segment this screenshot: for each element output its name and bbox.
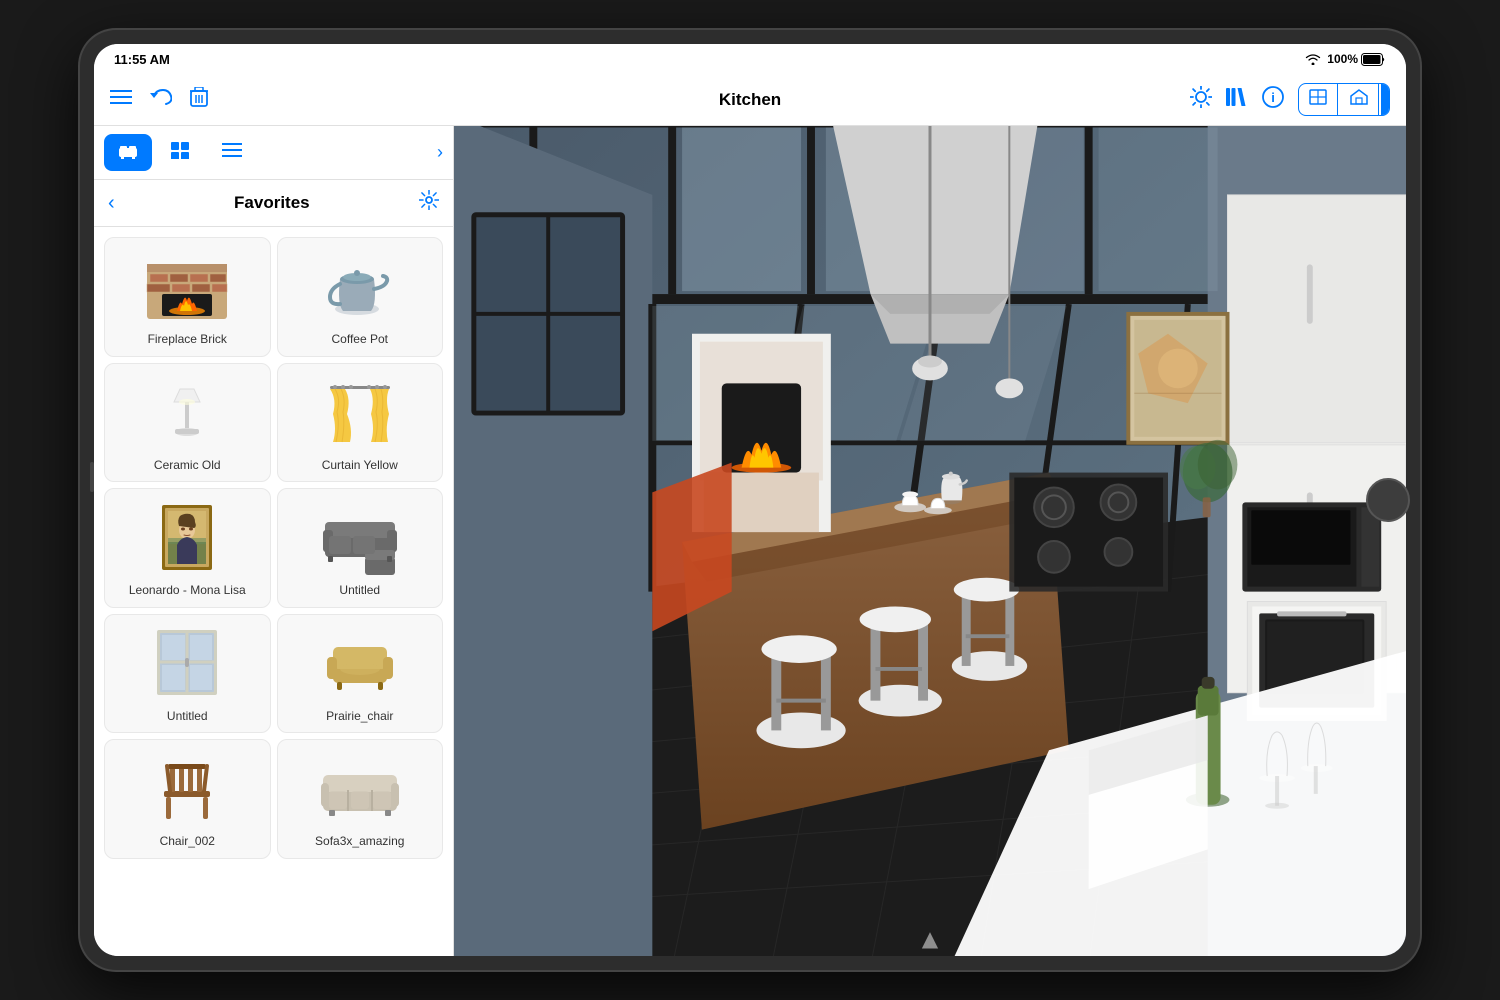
items-grid: Fireplace Brick [94, 227, 453, 956]
left-panel: › ‹ Favorites [94, 126, 454, 956]
panel-settings-btn[interactable] [419, 190, 439, 216]
tab-furniture[interactable] [104, 134, 152, 171]
item-label: Untitled [167, 709, 208, 725]
house-view-btn[interactable] [1340, 84, 1379, 115]
item-thumbnail [137, 372, 237, 452]
svg-text:i: i [1271, 90, 1275, 105]
library-icon[interactable] [1226, 86, 1248, 114]
3d-view-btn[interactable] [1381, 84, 1390, 115]
tab-texture[interactable] [156, 134, 204, 171]
list-item[interactable]: Untitled [104, 614, 271, 734]
item-label: Fireplace Brick [148, 332, 227, 348]
panel-title: Favorites [125, 193, 419, 213]
battery-icon: 100% [1327, 52, 1386, 66]
item-thumbnail [310, 497, 410, 577]
panel-tabs: › [94, 126, 453, 180]
item-thumbnail [310, 246, 410, 326]
item-label: Prairie_chair [326, 709, 393, 725]
item-label: Coffee Pot [332, 332, 388, 348]
item-thumbnail [137, 748, 237, 828]
panel-header: ‹ Favorites [94, 180, 453, 227]
item-thumbnail [310, 623, 410, 703]
item-label: Leonardo - Mona Lisa [129, 583, 246, 599]
list-item[interactable]: Leonardo - Mona Lisa [104, 488, 271, 608]
panel-back-btn[interactable]: ‹ [108, 192, 115, 215]
info-icon[interactable]: i [1262, 86, 1284, 114]
status-bar: 11:55 AM 100% [94, 44, 1406, 74]
ipad-frame: 11:55 AM 100% [80, 30, 1420, 970]
item-label: Curtain Yellow [322, 458, 398, 474]
list-item[interactable]: Fireplace Brick [104, 237, 271, 357]
list-item[interactable]: Coffee Pot [277, 237, 444, 357]
main-content: › ‹ Favorites [94, 126, 1406, 956]
undo-icon[interactable] [150, 88, 172, 112]
toolbar: Kitchen [94, 74, 1406, 126]
item-thumbnail [310, 748, 410, 828]
list-item[interactable]: Chair_002 [104, 739, 271, 859]
item-thumbnail [137, 623, 237, 703]
list-item[interactable]: Sofa3x_amazing [277, 739, 444, 859]
list-item[interactable]: Untitled [277, 488, 444, 608]
status-time: 11:55 AM [114, 52, 170, 67]
item-thumbnail [137, 246, 237, 326]
home-button[interactable] [1366, 478, 1410, 522]
svg-text:▲: ▲ [916, 924, 943, 955]
view-mode-group [1298, 83, 1390, 116]
item-thumbnail [137, 497, 237, 577]
toolbar-center: Kitchen [310, 90, 1190, 110]
list-item[interactable]: Prairie_chair [277, 614, 444, 734]
page-title: Kitchen [719, 90, 781, 110]
toolbar-left [110, 87, 310, 113]
toolbar-right: i [1190, 83, 1390, 116]
3d-view[interactable]: ▲ [454, 126, 1406, 956]
light-icon[interactable] [1190, 86, 1212, 114]
trash-icon[interactable] [190, 87, 208, 113]
item-label: Ceramic Old [154, 458, 221, 474]
item-label: Chair_002 [160, 834, 215, 850]
menu-icon[interactable] [110, 88, 132, 111]
tab-list[interactable] [208, 135, 256, 170]
ipad-screen: 11:55 AM 100% [94, 44, 1406, 956]
wifi-icon [1305, 53, 1321, 65]
item-label: Untitled [339, 583, 380, 599]
floorplan-view-btn[interactable] [1299, 84, 1338, 115]
item-label: Sofa3x_amazing [315, 834, 404, 850]
list-item[interactable]: Curtain Yellow [277, 363, 444, 483]
side-notch [90, 462, 94, 492]
item-thumbnail [310, 372, 410, 452]
status-icons: 100% [1305, 52, 1386, 66]
panel-more-btn[interactable]: › [437, 142, 443, 163]
list-item[interactable]: Ceramic Old [104, 363, 271, 483]
